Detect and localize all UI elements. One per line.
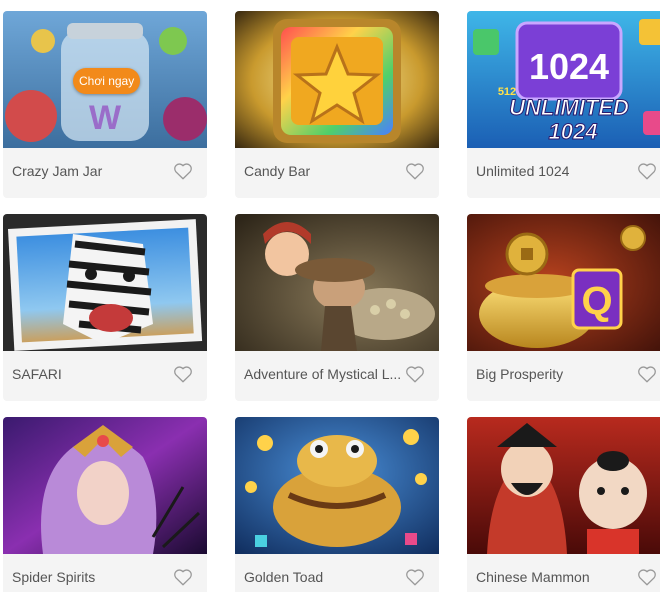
game-thumbnail[interactable] — [235, 417, 439, 554]
heart-outline-icon[interactable] — [173, 568, 193, 586]
play-now-button[interactable]: Chơi ngay — [73, 68, 141, 94]
game-title[interactable]: Chinese Mammon — [476, 569, 636, 585]
game-title[interactable]: Spider Spirits — [12, 569, 172, 585]
game-thumbnail[interactable] — [235, 11, 439, 148]
game-thumbnail[interactable] — [235, 214, 439, 351]
game-thumbnail[interactable]: 1024 UNLIMITED 1024 512 — [467, 11, 660, 148]
art-text: Q — [581, 279, 612, 323]
game-title[interactable]: Candy Bar — [244, 163, 404, 179]
art-text: 1024 — [529, 46, 609, 87]
heart-outline-icon[interactable] — [637, 162, 657, 180]
svg-text:W: W — [89, 99, 122, 137]
game-thumbnail[interactable] — [3, 417, 207, 554]
game-card-unlimited-1024[interactable]: 1024 UNLIMITED 1024 512 Unlimited 1024 — [467, 11, 660, 198]
game-card-candy-bar[interactable]: Candy Bar — [235, 11, 439, 198]
game-card-crazy-jam-jar[interactable]: W Chơi ngay Crazy Jam Jar — [3, 11, 207, 198]
game-title[interactable]: Golden Toad — [244, 569, 404, 585]
game-thumbnail[interactable]: W Chơi ngay — [3, 11, 207, 148]
game-title[interactable]: Big Prosperity — [476, 366, 636, 382]
game-title[interactable]: Unlimited 1024 — [476, 163, 636, 179]
game-title[interactable]: Adventure of Mystical L... — [244, 366, 404, 382]
game-title[interactable]: SAFARI — [12, 366, 172, 382]
heart-outline-icon[interactable] — [405, 365, 425, 383]
heart-outline-icon[interactable] — [405, 162, 425, 180]
heart-outline-icon[interactable] — [173, 365, 193, 383]
game-thumbnail[interactable]: Q — [467, 214, 660, 351]
art-text: UNLIMITED — [509, 95, 629, 120]
game-card-chinese-mammon[interactable]: Chinese Mammon — [467, 417, 660, 592]
art-text: 512 — [498, 86, 516, 98]
heart-outline-icon[interactable] — [637, 365, 657, 383]
art-text: 1024 — [549, 119, 598, 144]
game-card-safari[interactable]: SAFARI — [3, 214, 207, 401]
game-card-spider-spirits[interactable]: Spider Spirits — [3, 417, 207, 592]
game-card-adventure-of-mystical-land[interactable]: Adventure of Mystical L... — [235, 214, 439, 401]
game-thumbnail[interactable] — [467, 417, 660, 554]
game-title[interactable]: Crazy Jam Jar — [12, 163, 172, 179]
heart-outline-icon[interactable] — [637, 568, 657, 586]
game-card-big-prosperity[interactable]: Q Big Prosperity — [467, 214, 660, 401]
heart-outline-icon[interactable] — [405, 568, 425, 586]
game-thumbnail[interactable] — [3, 214, 207, 351]
game-card-golden-toad[interactable]: Golden Toad — [235, 417, 439, 592]
game-grid: W Chơi ngay Crazy Jam Jar Candy Bar 1024… — [0, 0, 660, 592]
heart-outline-icon[interactable] — [173, 162, 193, 180]
